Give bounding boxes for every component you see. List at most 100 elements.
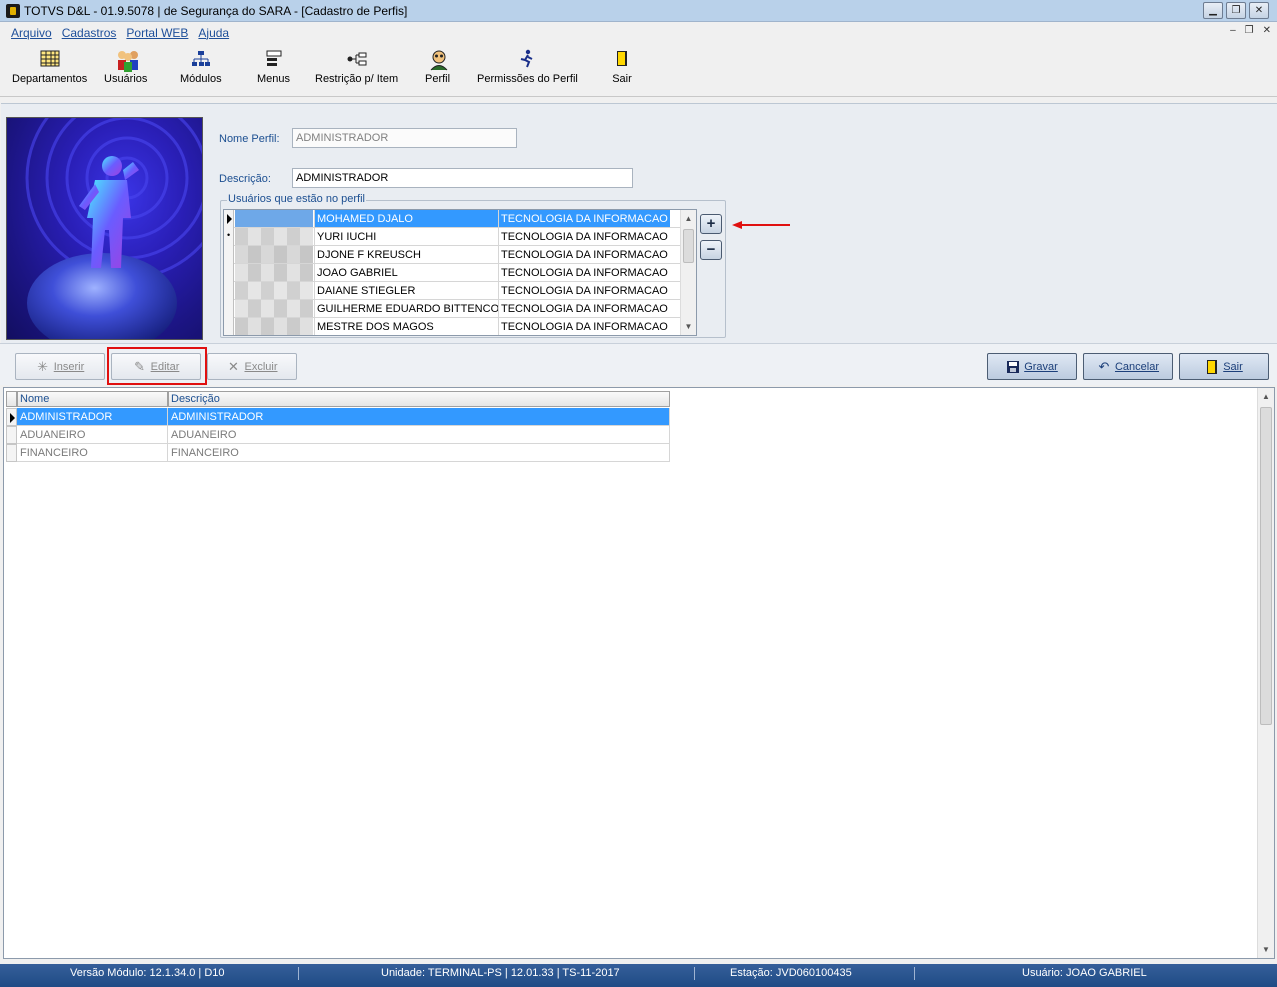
table-row[interactable]: ADMINISTRADOR ADMINISTRADOR [6, 408, 670, 426]
profiles-grid-scrollbar[interactable]: ▲ ▼ [1257, 388, 1274, 958]
table-row[interactable]: FINANCEIRO FINANCEIRO [6, 444, 670, 462]
users-grid-row[interactable]: JOAO GABRIEL TECNOLOGIA DA INFORMACAO [224, 264, 680, 282]
running-person-icon [516, 49, 538, 69]
status-estacao: Estação: JVD060100435 [730, 967, 852, 979]
toolbar-permissoes[interactable]: Permissões do Perfil [477, 49, 578, 85]
column-header-nome[interactable]: Nome [17, 391, 168, 407]
toolbar-modulos[interactable]: Módulos [180, 49, 222, 85]
scroll-thumb[interactable] [683, 229, 694, 263]
module-tree-icon [190, 49, 212, 69]
users-grid[interactable]: MOHAMED DJALO TECNOLOGIA DA INFORMACAO •… [223, 209, 697, 336]
statusbar: Versão Módulo: 12.1.34.0 | D10 Unidade: … [0, 964, 1277, 987]
minimize-button[interactable]: ▁ [1203, 2, 1223, 19]
scroll-thumb[interactable] [1260, 407, 1272, 725]
users-grid-scrollbar[interactable]: ▲ ▼ [680, 210, 696, 335]
menubar: Arquivo Cadastros Portal WEB Ajuda [0, 23, 1277, 43]
remove-user-button[interactable]: − [700, 240, 722, 260]
mdi-controls: – ❐ ✕ [1230, 25, 1271, 36]
toolbar-restricao[interactable]: Restrição p/ Item [315, 49, 398, 85]
mdi-minimize-icon[interactable]: – [1230, 25, 1236, 36]
toolbar-menus-label: Menus [257, 73, 291, 85]
row-indicator [224, 282, 234, 300]
toolbar-perfil[interactable]: Perfil [425, 49, 450, 85]
user-department-cell: TECNOLOGIA DA INFORMACAO [498, 228, 670, 245]
row-indicator [224, 264, 234, 282]
exit-door-icon [611, 49, 633, 69]
table-row[interactable]: ADUANEIRO ADUANEIRO [6, 426, 670, 444]
user-department-cell: TECNOLOGIA DA INFORMACAO [498, 210, 670, 227]
scroll-up-icon[interactable]: ▲ [681, 210, 696, 227]
app-lock-icon [6, 3, 20, 18]
users-grid-row[interactable]: GUILHERME EDUARDO BITTENCOURT TECNOLOGIA… [224, 300, 680, 318]
menu-portal-web[interactable]: Portal WEB [126, 26, 188, 40]
inserir-button[interactable]: ✳ Inserir [15, 353, 105, 380]
restore-button[interactable]: ❐ [1226, 2, 1246, 19]
status-separator [298, 967, 299, 980]
user-name-cell: DAIANE STIEGLER [314, 282, 498, 299]
scroll-down-icon[interactable]: ▼ [1258, 941, 1274, 958]
insert-star-icon: ✳ [37, 358, 49, 374]
scroll-up-icon[interactable]: ▲ [1258, 388, 1274, 405]
user-department-cell: TECNOLOGIA DA INFORMACAO [498, 300, 670, 317]
status-versao: Versão Módulo: 12.1.34.0 | D10 [70, 967, 225, 979]
user-photo [235, 228, 313, 245]
excluir-button[interactable]: ✕ Excluir [207, 353, 297, 380]
status-unidade: Unidade: TERMINAL-PS | 12.01.33 | TS-11-… [381, 967, 620, 979]
toolbar-usuarios[interactable]: Usuários [104, 49, 147, 85]
mdi-restore-icon[interactable]: ❐ [1245, 25, 1254, 36]
splash-image [6, 117, 203, 340]
toolbar-menus[interactable]: Menus [257, 49, 290, 85]
column-header-descricao[interactable]: Descrição [168, 391, 670, 407]
users-grid-row[interactable]: DJONE F KREUSCH TECNOLOGIA DA INFORMACAO [224, 246, 680, 264]
cancelar-button[interactable]: ↶ Cancelar [1083, 353, 1173, 380]
users-grid-row[interactable]: • YURI IUCHI TECNOLOGIA DA INFORMACAO [224, 228, 680, 246]
toolbar-sair-label: Sair [612, 73, 632, 85]
toolbar-sair[interactable]: Sair [611, 49, 633, 85]
close-button[interactable]: ✕ [1249, 2, 1269, 19]
toolbar-restricao-label: Restrição p/ Item [315, 73, 399, 85]
cell-descricao: ADUANEIRO [168, 426, 670, 444]
excluir-label: Excluir [244, 360, 278, 373]
users-grid-row[interactable]: MESTRE DOS MAGOS TECNOLOGIA DA INFORMACA… [224, 318, 680, 335]
sair-button[interactable]: Sair [1179, 353, 1269, 380]
status-separator [914, 967, 915, 980]
menu-cadastros[interactable]: Cadastros [62, 26, 117, 40]
user-department-cell: TECNOLOGIA DA INFORMACAO [498, 282, 670, 299]
toolbar-departamentos[interactable]: Departamentos [12, 49, 87, 85]
row-indicator [6, 408, 17, 426]
cell-descricao: ADMINISTRADOR [168, 408, 670, 426]
profiles-grid[interactable]: ▲ ▼ [3, 387, 1275, 959]
grid-table-icon [39, 49, 61, 69]
status-usuario: Usuário: JOAO GABRIEL [1022, 967, 1147, 979]
user-department-cell: TECNOLOGIA DA INFORMACAO [498, 318, 670, 335]
row-indicator [224, 300, 234, 318]
row-indicator [224, 318, 234, 335]
user-name-cell: GUILHERME EDUARDO BITTENCOURT [314, 300, 498, 317]
cell-nome: FINANCEIRO [17, 444, 168, 462]
menu-arquivo[interactable]: Arquivo [11, 26, 52, 40]
users-grid-row[interactable]: MOHAMED DJALO TECNOLOGIA DA INFORMACAO [224, 210, 680, 228]
row-indicator: • [224, 228, 234, 246]
descricao-label: Descrição: [219, 173, 271, 185]
mdi-close-icon[interactable]: ✕ [1263, 25, 1271, 36]
user-name-cell: DJONE F KREUSCH [314, 246, 498, 263]
main-toolbar: Departamentos Usuários Módulos Menus Res… [0, 43, 1277, 97]
menu-ajuda[interactable]: Ajuda [198, 26, 229, 40]
toolbar-modulos-label: Módulos [180, 73, 222, 85]
gravar-button[interactable]: Gravar [987, 353, 1077, 380]
window-controls: ▁ ❐ ✕ [1203, 2, 1269, 19]
cell-nome: ADMINISTRADOR [17, 408, 168, 426]
row-indicator [224, 246, 234, 264]
users-group-icon [115, 49, 138, 72]
descricao-field[interactable]: ADMINISTRADOR [292, 168, 633, 188]
add-user-button[interactable]: + [700, 214, 722, 234]
header-indicator [6, 391, 17, 407]
scroll-down-icon[interactable]: ▼ [681, 318, 696, 335]
user-department-cell: TECNOLOGIA DA INFORMACAO [498, 246, 670, 263]
nome-perfil-field[interactable]: ADMINISTRADOR [292, 128, 517, 148]
nome-perfil-label: Nome Perfil: [219, 133, 280, 145]
user-photo [235, 282, 313, 299]
users-grid-row[interactable]: DAIANE STIEGLER TECNOLOGIA DA INFORMACAO [224, 282, 680, 300]
red-arrow-annotation [732, 221, 790, 229]
editar-highlight-annotation [107, 347, 207, 385]
